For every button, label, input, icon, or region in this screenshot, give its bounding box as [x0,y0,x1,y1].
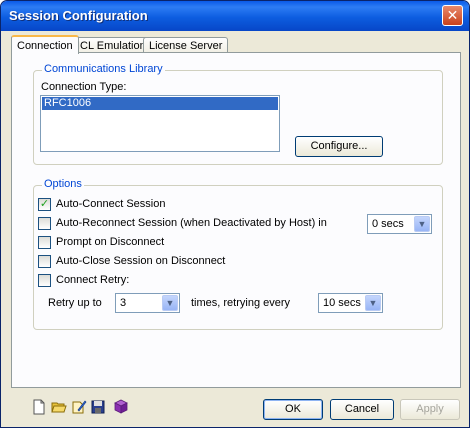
auto-reconnect-row[interactable]: Auto-Reconnect Session (when Deactivated… [38,217,338,231]
options-legend: Options [42,178,84,190]
new-document-icon[interactable] [31,399,47,415]
connect-retry-label: Connect Retry: [56,274,130,286]
list-item[interactable]: RFC1006 [42,97,278,110]
tab-license-server[interactable]: License Server [143,37,229,53]
title-bar[interactable]: Session Configuration ✕ [1,1,469,31]
retry-count-value: 3 [120,297,127,309]
auto-close-label: Auto-Close Session on Disconnect [56,255,226,267]
auto-close-row[interactable]: Auto-Close Session on Disconnect [38,255,258,269]
configure-button[interactable]: Configure... [295,136,383,157]
communications-library-legend: Communications Library [42,63,165,75]
retry-count-select[interactable]: 3 ▼ [115,293,180,313]
auto-connect-checkbox[interactable]: ✓ [38,198,51,211]
retrying-every-label: times, retrying every [191,297,291,309]
prompt-disconnect-row[interactable]: Prompt on Disconnect [38,236,238,250]
window-title: Session Configuration [9,8,148,23]
reconnect-delay-select[interactable]: 0 secs ▼ [367,214,432,234]
tab-icl-emulation[interactable]: ICL Emulation [71,37,152,53]
ok-button[interactable]: OK [263,399,323,420]
prompt-disconnect-checkbox[interactable] [38,236,51,249]
connection-type-list[interactable]: RFC1006 [40,95,280,152]
connection-panel: Communications Library Connection Type: … [11,52,461,388]
apply-button[interactable]: Apply [400,399,460,420]
auto-connect-label: Auto-Connect Session [56,198,166,210]
book-icon[interactable] [113,399,129,415]
edit-icon[interactable] [71,399,87,415]
connect-retry-checkbox[interactable] [38,274,51,287]
cancel-button[interactable]: Cancel [330,399,394,420]
save-disk-icon[interactable] [90,399,106,415]
reconnect-delay-value: 0 secs [372,218,404,230]
checkmark-icon: ✓ [39,198,50,210]
chevron-down-icon[interactable]: ▼ [365,295,381,311]
auto-close-checkbox[interactable] [38,255,51,268]
retry-interval-value: 10 secs [323,297,361,309]
prompt-disconnect-label: Prompt on Disconnect [56,236,165,248]
communications-library-group: Communications Library Connection Type: … [33,63,443,165]
options-group: Options ✓ Auto-Connect Session Auto-Reco… [33,178,443,330]
connect-retry-row[interactable]: Connect Retry: [38,274,238,288]
chevron-down-icon[interactable]: ▼ [414,216,430,232]
retry-interval-select[interactable]: 10 secs ▼ [318,293,383,313]
open-folder-icon[interactable] [51,399,67,415]
tab-connection[interactable]: Connection [11,35,79,54]
chevron-down-icon[interactable]: ▼ [162,295,178,311]
auto-reconnect-label: Auto-Reconnect Session (when Deactivated… [56,217,327,229]
session-configuration-dialog: Session Configuration ✕ Connection ICL E… [0,0,470,428]
auto-connect-row[interactable]: ✓ Auto-Connect Session [38,198,238,212]
auto-reconnect-checkbox[interactable] [38,217,51,230]
retry-up-to-label: Retry up to [48,297,102,309]
close-icon: ✕ [446,7,459,23]
connection-type-label: Connection Type: [41,81,127,93]
close-button[interactable]: ✕ [442,5,463,26]
